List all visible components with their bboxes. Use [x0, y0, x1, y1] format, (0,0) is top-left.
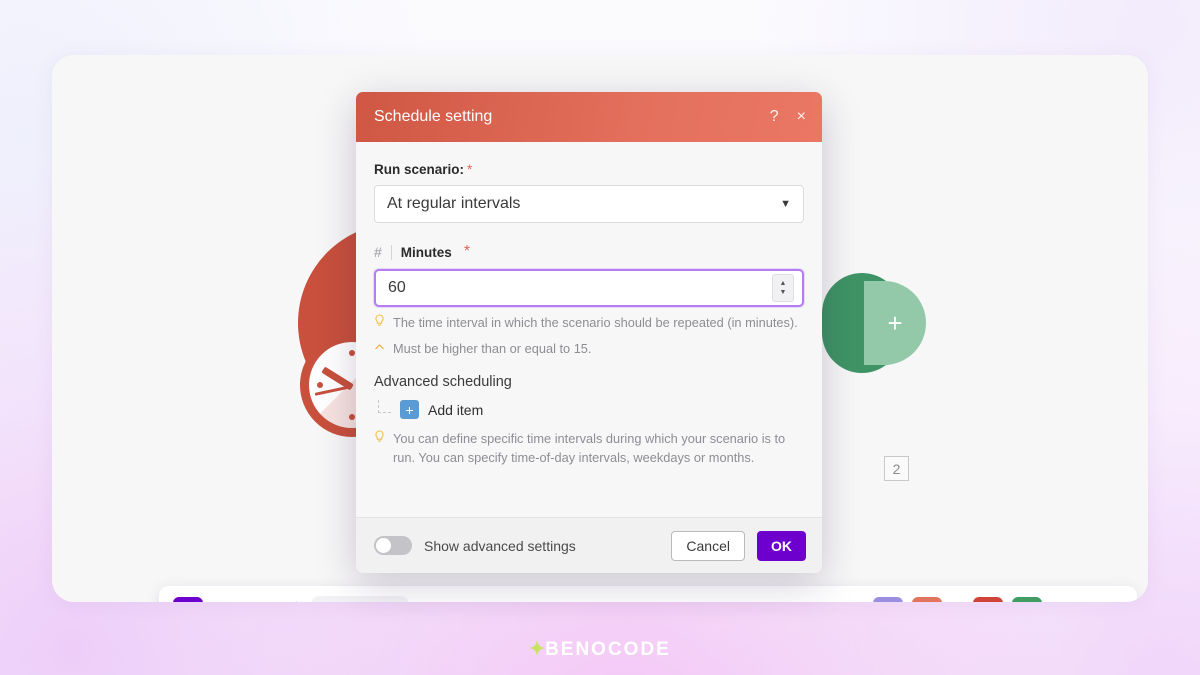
tree-elbow-icon: [378, 400, 391, 414]
label-divider: [390, 244, 392, 260]
minutes-hint: The time interval in which the scenario …: [374, 314, 804, 333]
minutes-label: Minutes: [400, 244, 452, 260]
collapse-panel-button[interactable]: ‹: [1093, 597, 1123, 602]
plus-icon: +: [887, 307, 903, 338]
minutes-stepper[interactable]: ▲ ▼: [772, 274, 794, 302]
advanced-scheduling-hint: You can define specific time intervals d…: [374, 430, 804, 467]
hash-icon: #: [374, 244, 382, 260]
minutes-label-row: # Minutes *: [374, 243, 804, 261]
toolbar-divider: [296, 601, 298, 602]
caret-down-icon[interactable]: ▼: [780, 289, 787, 296]
google-sheets-icon[interactable]: [1012, 597, 1042, 602]
advanced-scheduling-hint-text: You can define specific time intervals d…: [393, 431, 786, 465]
minutes-value: 60: [388, 279, 406, 296]
tools-icon[interactable]: [873, 597, 903, 602]
add-item-label: Add item: [428, 401, 484, 418]
required-marker: *: [463, 243, 471, 260]
caret-up-icon[interactable]: ▲: [780, 280, 787, 287]
help-icon[interactable]: ?: [770, 108, 779, 126]
advanced-scheduling-title: Advanced scheduling: [374, 374, 512, 391]
run-scenario-label: Run scenario: *: [374, 162, 473, 177]
run-scenario-select[interactable]: At regular intervals ▼: [374, 185, 804, 223]
lightbulb-icon: [374, 314, 385, 333]
run-once-button[interactable]: Run once: [173, 597, 282, 602]
chevron-down-icon: ▼: [780, 198, 791, 210]
plus-square-icon[interactable]: +: [400, 400, 419, 420]
add-item-row[interactable]: + Add item: [374, 400, 804, 420]
close-icon[interactable]: ×: [797, 108, 806, 126]
dialog-header: Schedule setting ? ×: [356, 92, 822, 142]
show-advanced-settings-label: Show advanced settings: [424, 537, 576, 554]
minutes-input[interactable]: 60 ▲ ▼: [374, 269, 804, 307]
dialog-body: Run scenario: * At regular intervals ▼ #…: [356, 142, 822, 517]
toggle-on-icon[interactable]: [323, 601, 364, 602]
show-advanced-settings-toggle[interactable]: [374, 536, 412, 555]
module-add-placeholder[interactable]: +: [864, 281, 926, 365]
play-icon: [173, 597, 203, 602]
ok-button[interactable]: OK: [757, 530, 806, 561]
module-order-badge: 2: [884, 456, 909, 481]
lightbulb-icon: [374, 430, 385, 467]
minutes-warning-text: Must be higher than or equal to 15.: [393, 340, 592, 356]
scenario-toolbar: Run once Eve ['] + ‹: [159, 586, 1137, 602]
brand-footer: ✦BENOCODE: [0, 638, 1200, 661]
minutes-hint-text: The time interval in which the scenario …: [393, 315, 798, 330]
minutes-warning: Must be higher than or equal to 15.: [374, 340, 804, 359]
dialog-title: Schedule setting: [374, 108, 493, 125]
add-module-button[interactable]: +: [1057, 597, 1087, 602]
required-marker: *: [467, 162, 473, 177]
schedule-toggle-chip[interactable]: Eve: [311, 595, 410, 602]
gmail-icon[interactable]: [973, 597, 1003, 602]
caret-up-icon: [374, 340, 385, 359]
run-scenario-value: At regular intervals: [387, 195, 521, 212]
dialog-footer: Show advanced settings Cancel OK: [356, 517, 822, 573]
brand-name: BENOCODE: [545, 639, 671, 660]
spark-icon: ✦: [529, 639, 546, 660]
schedule-setting-dialog: Schedule setting ? × Run scenario: * At …: [356, 92, 822, 573]
text-parser-icon[interactable]: [']: [912, 597, 942, 602]
cancel-button[interactable]: Cancel: [671, 530, 745, 561]
